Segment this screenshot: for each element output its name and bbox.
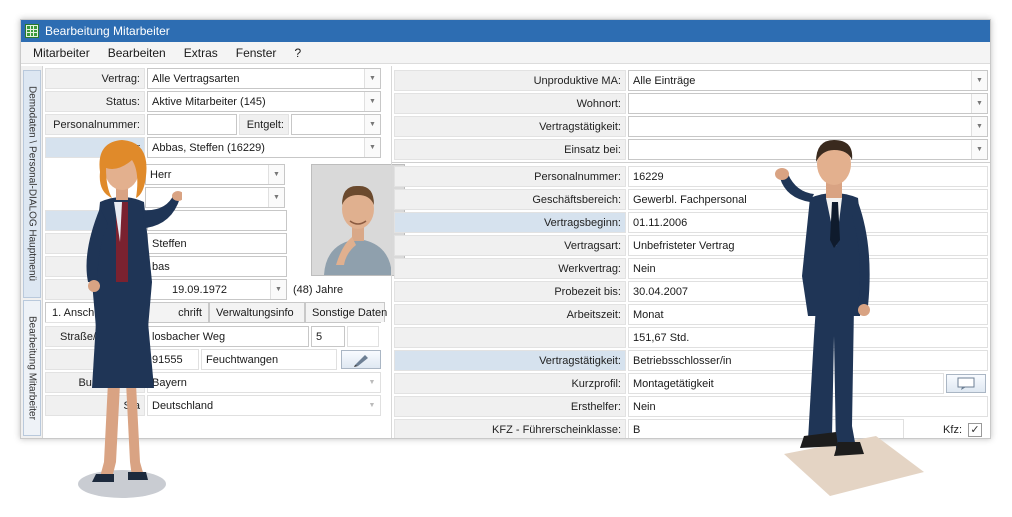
field-value-text: Montagetätigkeit bbox=[633, 377, 714, 390]
alter-value: (48) Jahre bbox=[289, 279, 381, 300]
tab-sonstige-daten[interactable]: Sonstige Daten bbox=[305, 302, 387, 322]
menu-mitarbeiter[interactable]: Mitarbeiter bbox=[33, 46, 90, 60]
field-value-text: 01.11.2006 bbox=[633, 216, 688, 229]
status-label: Status: bbox=[45, 91, 145, 112]
field-value-text: 30.04.2007 bbox=[633, 285, 689, 298]
kfz-checkbox[interactable]: ✓ bbox=[968, 422, 982, 437]
chevron-down-icon[interactable]: ▼ bbox=[364, 138, 380, 157]
field-value-text: Gewerbl. Fachpersonal bbox=[633, 193, 747, 206]
menu-bearbeiten[interactable]: Bearbeiten bbox=[108, 46, 166, 60]
window-title: Bearbeitung Mitarbeiter bbox=[45, 24, 170, 38]
man-illustration bbox=[775, 140, 924, 496]
field-value-text: Monat bbox=[633, 308, 664, 321]
chevron-down-icon[interactable]: ▼ bbox=[971, 94, 987, 113]
field-value-text: Alle Einträge bbox=[633, 74, 696, 87]
field-value-text: Unbefristeter Vertrag bbox=[633, 239, 735, 252]
field-label: Unproduktive MA: bbox=[394, 70, 626, 91]
entgelt-label: Entgelt: bbox=[239, 114, 289, 135]
field-label bbox=[394, 327, 626, 348]
field-select[interactable]: ▼ bbox=[628, 93, 988, 114]
field-value-text: B bbox=[633, 423, 641, 436]
menu-help[interactable]: ? bbox=[294, 46, 301, 60]
chevron-down-icon[interactable]: ▼ bbox=[971, 117, 987, 136]
hausnummer-input[interactable]: 5 bbox=[311, 326, 345, 347]
field-value-text: 16229 bbox=[633, 170, 664, 183]
form-row: Wohnort: ▼ bbox=[394, 93, 988, 114]
chevron-down-icon[interactable]: ▼ bbox=[364, 92, 380, 111]
status-select[interactable]: Aktive Mitarbeiter (145) ▼ bbox=[147, 91, 381, 112]
field-label: Geschäftsbereich: bbox=[394, 189, 626, 210]
field-select[interactable]: Alle Einträge ▼ bbox=[628, 70, 988, 91]
form-row: Unproduktive MA: Alle Einträge ▼ bbox=[394, 70, 988, 91]
chevron-down-icon[interactable]: ▼ bbox=[971, 140, 987, 159]
staat-select[interactable]: Deutschland ▼ bbox=[147, 395, 381, 416]
field-value-text: Nein bbox=[633, 262, 656, 275]
field-label: Werkvertrag: bbox=[394, 258, 626, 279]
pen-icon bbox=[354, 354, 368, 367]
menu-bar: Mitarbeiter Bearbeiten Extras Fenster ? bbox=[21, 42, 990, 64]
vtab-bearbeitung[interactable]: Bearbeitung Mitarbeiter bbox=[23, 300, 41, 436]
chevron-down-icon[interactable]: ▼ bbox=[971, 71, 987, 90]
field-label: Ersthelfer: bbox=[394, 396, 626, 417]
field-value-text: Betriebsschlosser/in bbox=[633, 354, 732, 367]
chevron-down-icon[interactable]: ▼ bbox=[364, 115, 380, 134]
entgelt-select[interactable]: ▼ bbox=[291, 114, 381, 135]
form-row: Vertragstätigkeit: ▼ bbox=[394, 116, 988, 137]
woman-illustration bbox=[78, 140, 182, 498]
vertical-tab-strip: Demodaten \ Personal-DIALOG Hauptmenü Be… bbox=[21, 66, 43, 438]
vtab-hauptmenue[interactable]: Demodaten \ Personal-DIALOG Hauptmenü bbox=[23, 70, 41, 298]
field-label: Kurzprofil: bbox=[394, 373, 626, 394]
field-label: Wohnort: bbox=[394, 93, 626, 114]
chevron-down-icon[interactable]: ▼ bbox=[364, 396, 380, 415]
vertrag-label: Vertrag: bbox=[45, 68, 145, 89]
field-value-text: 151,67 Std. bbox=[633, 331, 690, 344]
title-bar: Bearbeitung Mitarbeiter bbox=[21, 20, 990, 42]
field-label: Vertragsart: bbox=[394, 235, 626, 256]
field-label: Arbeitszeit: bbox=[394, 304, 626, 325]
field-value-text: Nein bbox=[633, 400, 656, 413]
kurzprofil-edit-button[interactable] bbox=[946, 374, 986, 393]
chevron-down-icon[interactable]: ▼ bbox=[270, 280, 286, 299]
comment-icon bbox=[957, 377, 975, 390]
mitarbeiter-select[interactable]: Abbas, Steffen (16229) ▼ bbox=[147, 137, 381, 158]
menu-fenster[interactable]: Fenster bbox=[236, 46, 277, 60]
field-label: Einsatz bei: bbox=[394, 139, 626, 160]
field-label: Vertragstätigkeit: bbox=[394, 350, 626, 371]
chevron-down-icon[interactable]: ▼ bbox=[268, 188, 284, 207]
hausnummer-zusatz-input[interactable] bbox=[347, 326, 379, 347]
chevron-down-icon[interactable]: ▼ bbox=[364, 373, 380, 392]
map-lookup-button[interactable] bbox=[341, 350, 381, 369]
field-label: Probezeit bis: bbox=[394, 281, 626, 302]
ort-input[interactable]: Feuchtwangen bbox=[201, 349, 337, 370]
tab-verwaltungsinfo[interactable]: Verwaltungsinfo bbox=[209, 302, 305, 322]
app-grid-icon bbox=[25, 24, 39, 38]
field-select[interactable]: ▼ bbox=[628, 116, 988, 137]
field-label: KFZ - Führerscheinklasse: bbox=[394, 419, 626, 438]
field-label: Personalnummer: bbox=[394, 166, 626, 187]
menu-extras[interactable]: Extras bbox=[184, 46, 218, 60]
field-label: Vertragstätigkeit: bbox=[394, 116, 626, 137]
field-label: Vertragsbeginn: bbox=[394, 212, 626, 233]
vertrag-select[interactable]: Alle Vertragsarten ▼ bbox=[147, 68, 381, 89]
chevron-down-icon[interactable]: ▼ bbox=[268, 165, 284, 184]
chevron-down-icon[interactable]: ▼ bbox=[364, 69, 380, 88]
bundesland-select[interactable]: Bayern ▼ bbox=[147, 372, 381, 393]
